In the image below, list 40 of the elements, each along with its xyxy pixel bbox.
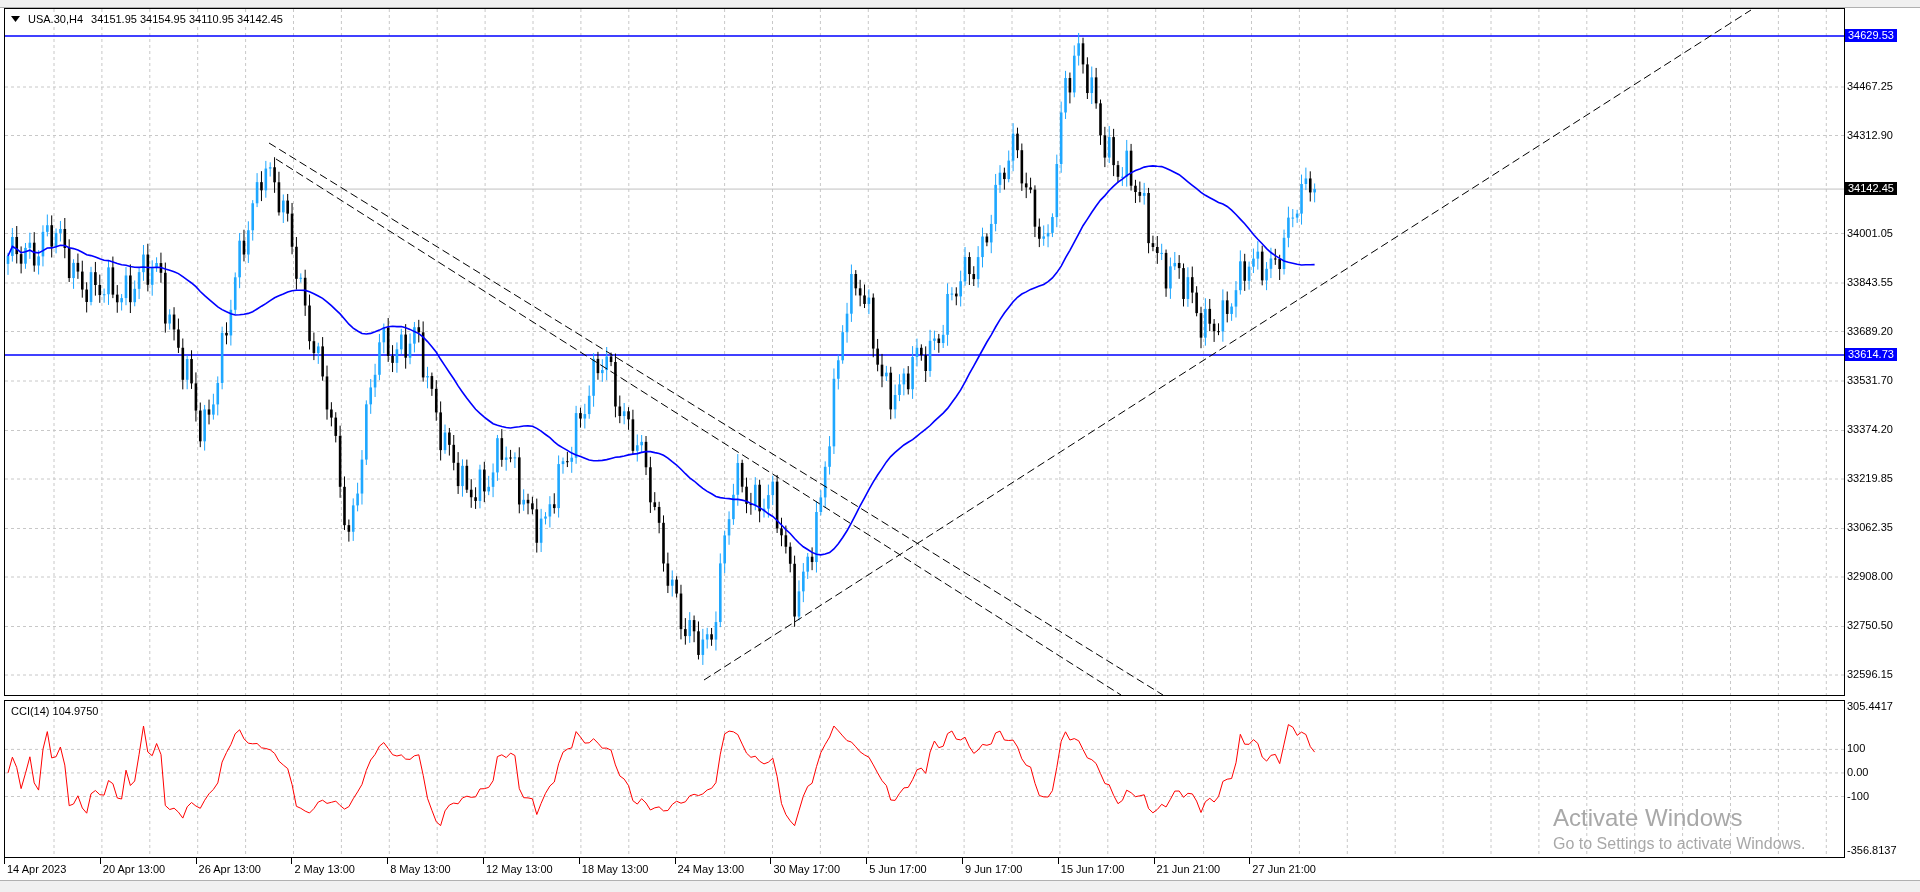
- time-label: 2 May 13:00: [294, 862, 355, 876]
- price-label: 33614.73: [1845, 347, 1897, 361]
- cci-tick: 100: [1847, 742, 1866, 755]
- time-label: 27 Jun 21:00: [1252, 862, 1316, 876]
- price-label: 34629.53: [1845, 29, 1897, 42]
- price-tick: 32908.00: [1847, 570, 1893, 582]
- time-label: 9 Jun 17:00: [964, 862, 1023, 876]
- time-label: 18 May 13:00: [581, 862, 649, 876]
- time-label: 21 Jun 21:00: [1156, 862, 1221, 876]
- time-label: 12 May 13:00: [486, 862, 553, 876]
- ohlc-values: 34151.95 34154.95 34110.95 34142.45: [91, 13, 283, 25]
- price-label: 34142.45: [1845, 182, 1897, 196]
- activation-message: Go to Settings to activate Windows.: [1553, 835, 1806, 853]
- time-label: 20 Apr 13:00: [102, 862, 166, 876]
- cci-tick: -100: [1847, 789, 1870, 802]
- price-tick: 33374.20: [1847, 423, 1893, 436]
- cci-tick: 0.00: [1847, 765, 1869, 778]
- time-label: 30 May 17:00: [773, 862, 841, 876]
- time-label: 26 Apr 13:00: [198, 862, 261, 876]
- time-label: 24 May 13:00: [677, 862, 745, 876]
- price-tick: 33531.70: [1847, 374, 1893, 386]
- price-tick: 33689.20: [1847, 324, 1893, 337]
- time-label: 14 Apr 2023: [7, 862, 67, 876]
- time-label: 8 May 13:00: [390, 862, 451, 876]
- price-tick: 33062.35: [1847, 521, 1893, 534]
- caret-icon[interactable]: [11, 16, 20, 22]
- time-label: 15 Jun 17:00: [1060, 862, 1125, 876]
- indicator-label: CCI(14) 104.9750: [11, 705, 99, 717]
- price-tick: 32750.50: [1847, 619, 1893, 632]
- activation-title: Activate Windows: [1553, 805, 1744, 831]
- cci-tick: -356.8137: [1847, 844, 1897, 856]
- price-tick: 34467.25: [1847, 80, 1893, 92]
- price-tick: 33843.55: [1847, 276, 1893, 288]
- time-label: 5 Jun 17:00: [869, 862, 927, 876]
- price-tick: 32596.15: [1847, 668, 1893, 680]
- cci-tick: 305.4417: [1847, 700, 1893, 712]
- price-tick: 34312.90: [1847, 128, 1893, 141]
- symbol-label: USA.30,H4: [28, 13, 84, 25]
- price-tick: 34001.05: [1847, 226, 1893, 239]
- price-tick: 33219.85: [1847, 472, 1893, 484]
